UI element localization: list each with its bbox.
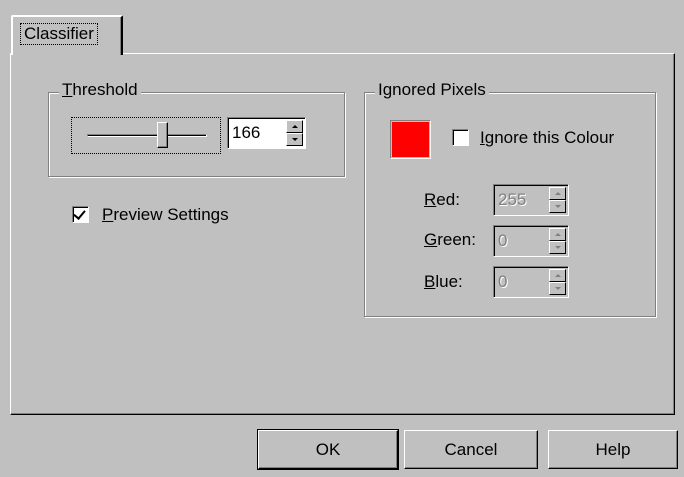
- preview-settings-label[interactable]: Preview Settings: [102, 205, 229, 225]
- red-down-button[interactable]: [549, 200, 566, 213]
- arrow-down-icon: [554, 287, 561, 290]
- threshold-down-button[interactable]: [286, 133, 303, 146]
- green-spinbox[interactable]: 0: [493, 225, 569, 257]
- help-button[interactable]: Help: [548, 430, 678, 469]
- arrow-up-icon: [554, 192, 561, 195]
- red-spin-buttons: [549, 187, 566, 213]
- tab-classifier-label: Classifier: [20, 23, 98, 45]
- red-up-button[interactable]: [549, 187, 566, 200]
- slider-thumb[interactable]: [157, 122, 168, 148]
- threshold-spin-buttons: [286, 120, 303, 146]
- blue-spin-buttons: [549, 269, 566, 295]
- ignore-colour-checkbox[interactable]: [452, 129, 469, 146]
- green-up-button[interactable]: [549, 228, 566, 241]
- ok-button[interactable]: OK: [257, 429, 399, 470]
- blue-value: 0: [498, 272, 508, 291]
- red-label: Red:: [424, 190, 460, 209]
- tab-classifier[interactable]: Classifier: [11, 15, 123, 55]
- blue-label: Blue:: [424, 272, 463, 291]
- ignored-pixels-group-title: Ignored Pixels: [375, 80, 489, 100]
- blue-up-button[interactable]: [549, 269, 566, 282]
- threshold-up-button[interactable]: [286, 120, 303, 133]
- blue-spinbox[interactable]: 0: [493, 266, 569, 298]
- threshold-slider[interactable]: [71, 117, 221, 154]
- threshold-value[interactable]: 166: [232, 123, 260, 143]
- red-spinbox[interactable]: 255: [493, 184, 569, 216]
- blue-down-button[interactable]: [549, 282, 566, 295]
- green-label: Green:: [424, 230, 476, 249]
- checkmark-icon: [73, 207, 86, 220]
- arrow-up-icon: [554, 233, 561, 236]
- arrow-down-icon: [291, 138, 298, 141]
- color-swatch-fill: [392, 122, 429, 157]
- ignore-colour-label[interactable]: Ignore this Colour: [480, 128, 614, 148]
- preview-settings-checkbox[interactable]: [72, 206, 89, 223]
- arrow-up-icon: [291, 125, 298, 128]
- red-value: 255: [498, 190, 527, 209]
- cancel-button[interactable]: Cancel: [404, 430, 538, 469]
- threshold-spinbox[interactable]: 166: [227, 117, 306, 149]
- arrow-up-icon: [554, 274, 561, 277]
- green-value: 0: [498, 231, 508, 250]
- dialog: { "tabs": [{"label": "Classifier"}], "th…: [0, 0, 684, 477]
- threshold-group-title: Threshold: [59, 80, 141, 100]
- green-down-button[interactable]: [549, 241, 566, 254]
- arrow-down-icon: [554, 246, 561, 249]
- slider-track: [87, 134, 207, 137]
- color-swatch[interactable]: [390, 120, 431, 159]
- arrow-down-icon: [554, 205, 561, 208]
- green-spin-buttons: [549, 228, 566, 254]
